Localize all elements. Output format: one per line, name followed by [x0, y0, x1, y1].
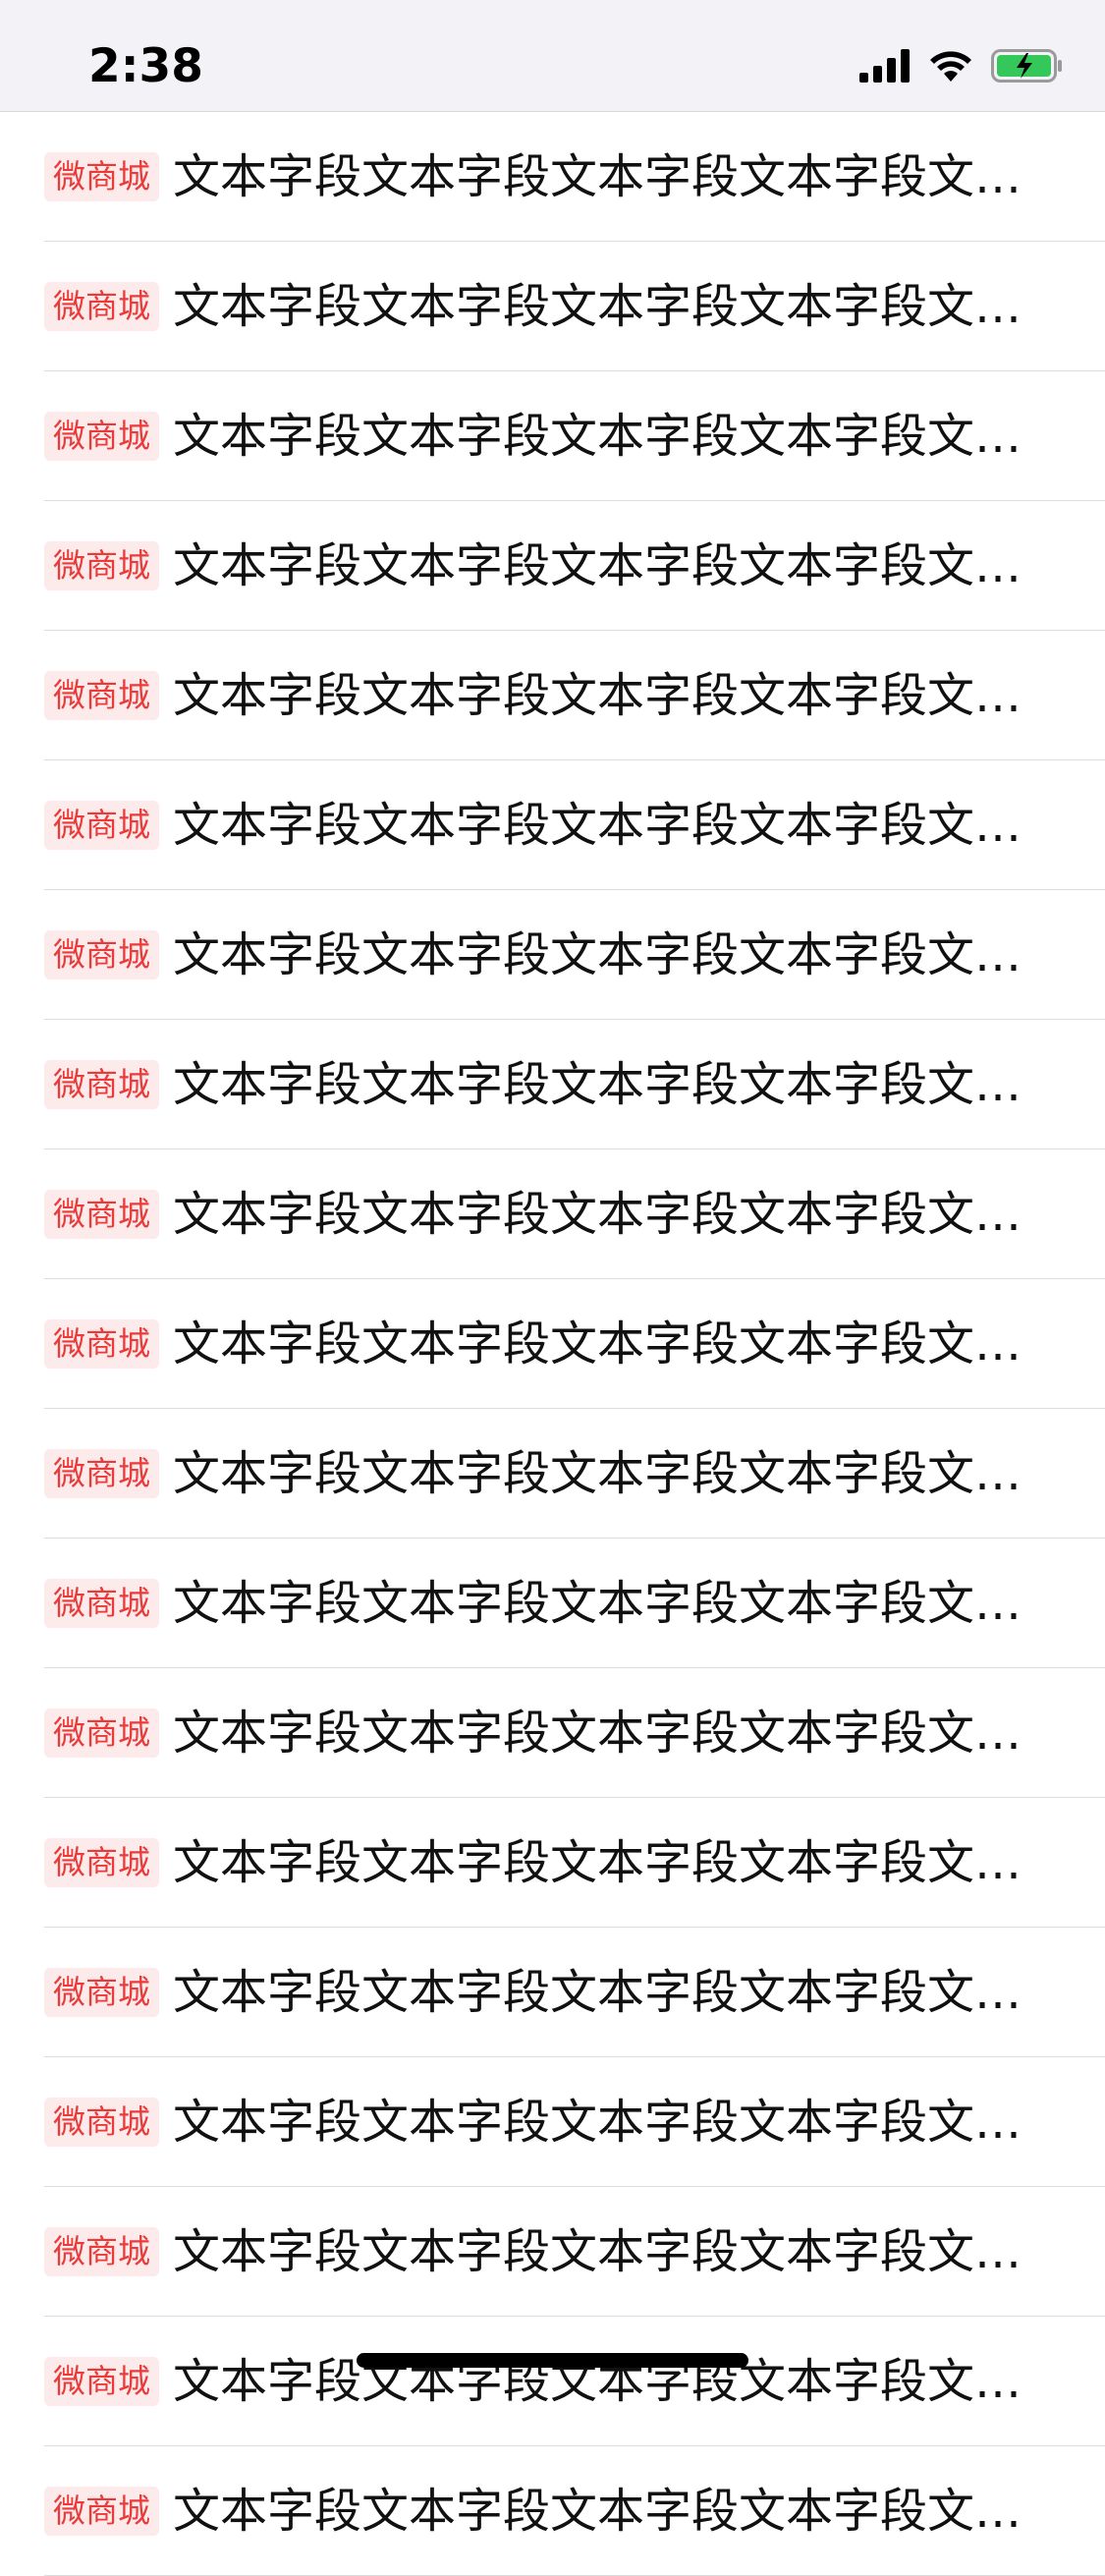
list-item[interactable]: 微商城文本字段文本字段文本字段文本字段文本字段文本字段: [0, 1149, 1105, 1279]
list-item-text: 文本字段文本字段文本字段文本字段文本字段文本字段: [173, 1316, 1067, 1372]
shop-tag-badge: 微商城: [44, 930, 159, 980]
shop-tag-badge: 微商城: [44, 282, 159, 331]
cellular-signal-icon: [859, 49, 911, 86]
list-item[interactable]: 微商城文本字段文本字段文本字段文本字段文本字段文本字段: [0, 1928, 1105, 2057]
shop-tag-badge: 微商城: [44, 1190, 159, 1239]
list-item-text: 文本字段文本字段文本字段文本字段文本字段文本字段: [173, 927, 1067, 982]
list-item-text: 文本字段文本字段文本字段文本字段文本字段文本字段: [173, 2484, 1067, 2539]
list-item[interactable]: 微商城文本字段文本字段文本字段文本字段文本字段文本字段: [0, 242, 1105, 371]
list-item-text: 文本字段文本字段文本字段文本字段文本字段文本字段: [173, 279, 1067, 334]
list-item-text: 文本字段文本字段文本字段文本字段文本字段文本字段: [173, 1187, 1067, 1242]
shop-tag-badge: 微商城: [44, 801, 159, 850]
list-item[interactable]: 微商城文本字段文本字段文本字段文本字段文本字段文本字段: [0, 631, 1105, 760]
shop-tag-badge: 微商城: [44, 2487, 159, 2536]
list-item[interactable]: 微商城文本字段文本字段文本字段文本字段文本字段文本字段: [0, 2317, 1105, 2446]
shop-tag-badge: 微商城: [44, 412, 159, 461]
list-item[interactable]: 微商城文本字段文本字段文本字段文本字段文本字段文本字段: [0, 1409, 1105, 1539]
status-bar: 2:38: [0, 0, 1105, 112]
list-item-text: 文本字段文本字段文本字段文本字段文本字段文本字段: [173, 2224, 1067, 2279]
list-item[interactable]: 微商城文本字段文本字段文本字段文本字段文本字段文本字段: [0, 1020, 1105, 1149]
list-item[interactable]: 微商城文本字段文本字段文本字段文本字段文本字段文本字段: [0, 501, 1105, 631]
wifi-icon: [928, 49, 973, 86]
list-item[interactable]: 微商城文本字段文本字段文本字段文本字段文本字段文本字段: [0, 1279, 1105, 1409]
list-item[interactable]: 微商城文本字段文本字段文本字段文本字段文本字段文本字段: [0, 112, 1105, 242]
shop-tag-badge: 微商城: [44, 1449, 159, 1498]
shop-tag-badge: 微商城: [44, 671, 159, 720]
list-item[interactable]: 微商城文本字段文本字段文本字段文本字段文本字段文本字段: [0, 760, 1105, 890]
list-item-text: 文本字段文本字段文本字段文本字段文本字段文本字段: [173, 1057, 1067, 1112]
list-item[interactable]: 微商城文本字段文本字段文本字段文本字段文本字段文本字段: [0, 2187, 1105, 2317]
list-item[interactable]: 微商城文本字段文本字段文本字段文本字段文本字段文本字段: [0, 2057, 1105, 2187]
list-item[interactable]: 微商城文本字段文本字段文本字段文本字段文本字段文本字段: [0, 1798, 1105, 1928]
list-item-text: 文本字段文本字段文本字段文本字段文本字段文本字段: [173, 1446, 1067, 1501]
list-item-text: 文本字段文本字段文本字段文本字段文本字段文本字段: [173, 668, 1067, 723]
list-item-text: 文本字段文本字段文本字段文本字段文本字段文本字段: [173, 1706, 1067, 1761]
shop-tag-badge: 微商城: [44, 1968, 159, 2017]
item-list: 微商城文本字段文本字段文本字段文本字段文本字段文本字段微商城文本字段文本字段文本…: [0, 112, 1105, 2576]
shop-tag-badge: 微商城: [44, 1838, 159, 1887]
shop-tag-badge: 微商城: [44, 1319, 159, 1369]
shop-tag-badge: 微商城: [44, 2357, 159, 2406]
list-item-text: 文本字段文本字段文本字段文本字段文本字段文本字段: [173, 409, 1067, 464]
list-item-text: 文本字段文本字段文本字段文本字段文本字段文本字段: [173, 2095, 1067, 2150]
shop-tag-badge: 微商城: [44, 1060, 159, 1109]
list-item[interactable]: 微商城文本字段文本字段文本字段文本字段文本字段文本字段: [0, 371, 1105, 501]
list-item-text: 文本字段文本字段文本字段文本字段文本字段文本字段: [173, 538, 1067, 593]
list-item-text: 文本字段文本字段文本字段文本字段文本字段文本字段: [173, 1576, 1067, 1631]
list-item-text: 文本字段文本字段文本字段文本字段文本字段文本字段: [173, 1965, 1067, 2020]
shop-tag-badge: 微商城: [44, 2227, 159, 2276]
shop-tag-badge: 微商城: [44, 152, 159, 201]
status-time: 2:38: [88, 39, 203, 93]
shop-tag-badge: 微商城: [44, 2098, 159, 2147]
list-item[interactable]: 微商城文本字段文本字段文本字段文本字段文本字段文本字段: [0, 1668, 1105, 1798]
shop-tag-badge: 微商城: [44, 541, 159, 590]
list-item[interactable]: 微商城文本字段文本字段文本字段文本字段文本字段文本字段: [0, 2446, 1105, 2576]
list-item-text: 文本字段文本字段文本字段文本字段文本字段文本字段: [173, 1835, 1067, 1890]
status-icons: [859, 44, 1064, 91]
list-item-text: 文本字段文本字段文本字段文本字段文本字段文本字段: [173, 149, 1067, 204]
list-item[interactable]: 微商城文本字段文本字段文本字段文本字段文本字段文本字段: [0, 890, 1105, 1020]
list-item-text: 文本字段文本字段文本字段文本字段文本字段文本字段: [173, 798, 1067, 853]
home-indicator[interactable]: [357, 2353, 748, 2368]
list-item[interactable]: 微商城文本字段文本字段文本字段文本字段文本字段文本字段: [0, 1539, 1105, 1668]
shop-tag-badge: 微商城: [44, 1708, 159, 1758]
shop-tag-badge: 微商城: [44, 1579, 159, 1628]
battery-charging-icon: [991, 49, 1064, 86]
